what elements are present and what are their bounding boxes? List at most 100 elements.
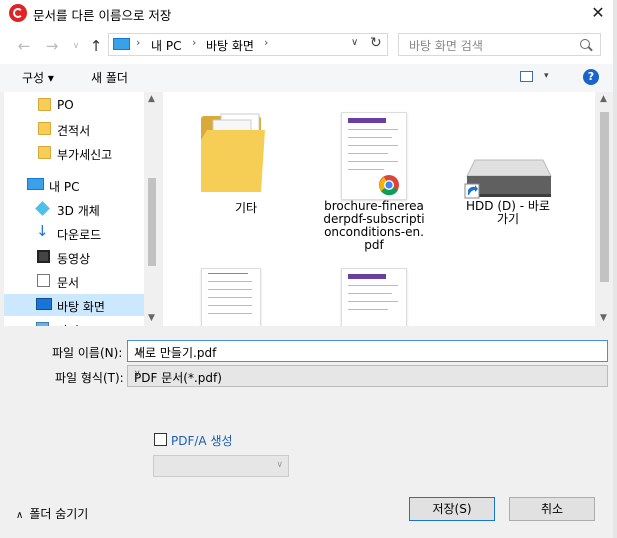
forward-arrow-icon[interactable]: → [42, 36, 62, 56]
new-folder-button[interactable]: 새 폴더 [91, 69, 128, 86]
scroll-thumb[interactable] [148, 178, 156, 266]
file-name: brochure-finerea derpdf-subscripti oncon… [319, 200, 429, 252]
recent-dropdown-icon[interactable]: ∨ [66, 36, 86, 56]
thumbnail-line [208, 281, 252, 282]
thumbnail-line [348, 145, 398, 146]
desktop-icon [36, 298, 52, 310]
view-dropdown-icon[interactable]: ▾ [544, 71, 549, 81]
nav-item-vat[interactable]: 부가세신고 [4, 142, 144, 164]
file-name-line: pdf [364, 238, 384, 252]
thumbnail-header [348, 274, 386, 279]
back-arrow-icon[interactable]: ← [14, 36, 34, 56]
nav-item-label: 부가세신고 [57, 148, 113, 162]
breadcrumb-desktop[interactable]: 바탕 화면 [206, 37, 254, 54]
close-button[interactable]: ✕ [583, 2, 613, 24]
thumbnail-line [208, 313, 252, 314]
file-list: 기타 brochure-finerea derpdf-subscripti on… [163, 92, 595, 326]
up-arrow-icon[interactable]: ↑ [86, 36, 106, 56]
scroll-down-icon[interactable]: ▼ [600, 313, 607, 323]
pdfa-version-select[interactable]: ∨ [153, 455, 289, 477]
help-button[interactable]: ? [583, 69, 599, 85]
address-dropdown-icon[interactable]: ∨ [351, 37, 358, 48]
nav-item-label: 바탕 화면 [57, 300, 105, 314]
navigation-pane: PO 견적서 부가세신고 내 PC 3D 개체 ↓ 다운로드 동영상 문서 바탕… [4, 92, 160, 326]
file-item-hdd-shortcut[interactable]: HDD (D) - 바로 가기 [453, 102, 563, 242]
nav-item-label: 다운로드 [57, 228, 102, 242]
pdfa-label[interactable]: PDF/A 생성 [171, 432, 233, 449]
document-icon [37, 274, 50, 287]
search-input[interactable]: 바탕 화면 검색 [398, 33, 601, 56]
video-icon [37, 250, 50, 263]
thumbnail-line [348, 153, 388, 154]
thumbnail-line [348, 137, 392, 138]
nav-item-this-pc[interactable]: 내 PC [4, 174, 144, 196]
nav-scrollbar[interactable]: ▲ ▼ [144, 92, 160, 326]
folder-icon [38, 146, 51, 159]
pdfa-checkbox[interactable] [154, 433, 167, 446]
nav-item-pictures[interactable]: 사진 [4, 318, 144, 326]
scroll-down-icon[interactable]: ▼ [148, 313, 155, 323]
nav-item-po[interactable]: PO [4, 94, 144, 116]
thumbnail-line [348, 301, 398, 302]
window-border [613, 0, 617, 538]
scroll-up-icon[interactable]: ▲ [600, 94, 607, 104]
thumbnail-line [208, 273, 248, 274]
address-bar[interactable]: › 내 PC › 바탕 화면 › ∨ ↻ [108, 33, 388, 56]
file-name-line: 가기 [496, 212, 520, 226]
app-logo-icon [9, 4, 27, 22]
file-item-etc-folder[interactable]: 기타 [191, 102, 301, 242]
search-placeholder: 바탕 화면 검색 [409, 39, 483, 53]
file-name: 기타 [234, 201, 258, 215]
thumbnail-line [348, 285, 398, 286]
file-item-brochure-pdf[interactable]: brochure-finerea derpdf-subscripti oncon… [311, 102, 435, 262]
nav-item-label: 동영상 [57, 252, 91, 266]
filename-field[interactable]: 새로 만들기.pdf ∨ [127, 340, 608, 362]
file-name: HDD (D) - 바로 가기 [453, 200, 563, 226]
thumbnail-header [348, 118, 386, 123]
organize-button[interactable]: 구성 ▾ [22, 69, 54, 86]
breadcrumb-separator: › [136, 36, 141, 49]
view-options-icon[interactable] [520, 71, 533, 82]
breadcrumb-separator: › [264, 36, 269, 49]
hide-folders-button[interactable]: ∧ 폴더 숨기기 [16, 505, 88, 522]
thumbnail-line [208, 297, 252, 298]
thumbnail-line [208, 289, 252, 290]
folder-icon [38, 122, 51, 135]
breadcrumb-this-pc[interactable]: 내 PC [151, 37, 181, 54]
filetype-label: 파일 형식(T): [55, 371, 124, 385]
nav-item-downloads[interactable]: ↓ 다운로드 [4, 222, 144, 244]
chevron-down-icon: ∨ [134, 369, 141, 379]
scroll-thumb[interactable] [600, 112, 609, 282]
cancel-button[interactable]: 취소 [509, 497, 595, 521]
nav-item-quotes[interactable]: 견적서 [4, 118, 144, 140]
nav-item-videos[interactable]: 동영상 [4, 246, 144, 268]
thumbnail-line [208, 305, 252, 306]
window-title: 문서를 다른 이름으로 저장 [33, 8, 172, 23]
nav-item-label: 견적서 [57, 124, 91, 138]
pc-icon [27, 178, 44, 190]
nav-item-label: 3D 개체 [57, 204, 100, 218]
3d-objects-icon [35, 201, 50, 216]
hide-folders-label: 폴더 숨기기 [29, 507, 89, 521]
chevron-up-icon: ∧ [16, 510, 24, 521]
chevron-down-icon[interactable]: ∨ [134, 344, 603, 358]
thumbnail-line [348, 169, 384, 170]
file-thumbnail-partial[interactable] [201, 268, 261, 326]
breadcrumb-separator: › [192, 36, 197, 49]
nav-item-3d-objects[interactable]: 3D 개체 [4, 198, 144, 220]
thumbnail-line [348, 129, 398, 130]
scroll-up-icon[interactable]: ▲ [148, 94, 155, 104]
chrome-icon [379, 175, 399, 196]
nav-item-label: 내 PC [49, 180, 80, 194]
nav-item-label: PO [57, 98, 74, 112]
nav-item-desktop[interactable]: 바탕 화면 [4, 294, 144, 316]
chevron-down-icon: ∨ [276, 460, 283, 470]
nav-item-documents[interactable]: 문서 [4, 270, 144, 292]
save-button[interactable]: 저장(S) [409, 497, 495, 521]
filetype-select[interactable]: PDF 문서(*.pdf) ∨ [127, 365, 608, 387]
thumbnail-line [348, 161, 398, 162]
pc-icon [113, 38, 130, 50]
refresh-icon[interactable]: ↻ [370, 35, 382, 51]
file-thumbnail-partial[interactable] [341, 268, 407, 326]
file-scrollbar[interactable]: ▲ ▼ [596, 92, 613, 326]
